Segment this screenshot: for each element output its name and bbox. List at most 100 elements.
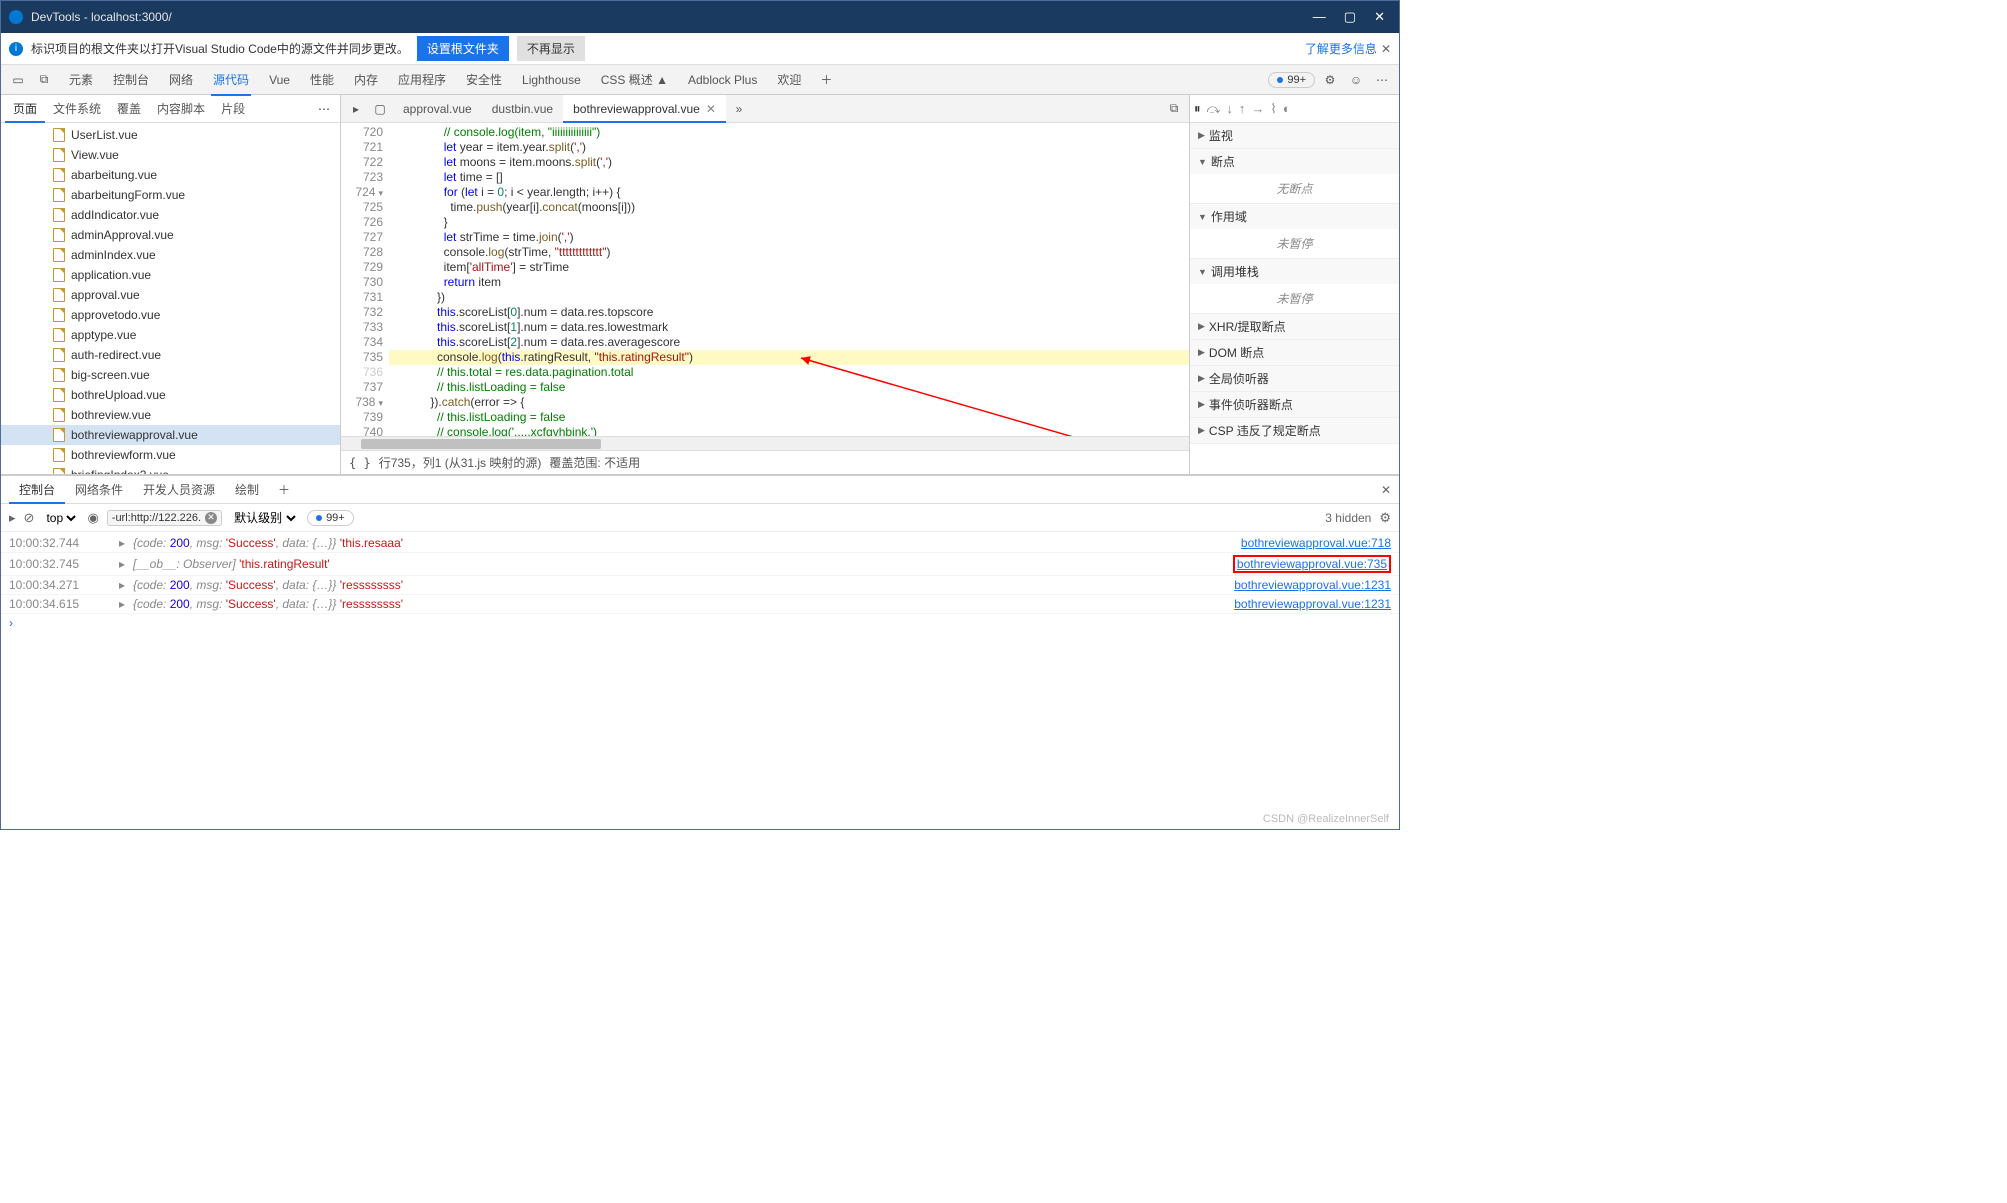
debugger-section[interactable]: ▶DOM 断点 (1190, 340, 1399, 366)
file-item[interactable]: abarbeitung.vue (1, 165, 340, 185)
close-icon[interactable]: ✕ (1381, 42, 1391, 56)
editor-tab-0[interactable]: approval.vue (393, 95, 482, 123)
clear-filter-icon[interactable]: ✕ (205, 512, 217, 524)
file-item[interactable]: View.vue (1, 145, 340, 165)
drawer-tab-1[interactable]: 网络条件 (65, 476, 133, 504)
step-icon[interactable]: → (1251, 101, 1264, 116)
file-item[interactable]: auth-redirect.vue (1, 345, 340, 365)
step-out-icon[interactable]: ↑ (1239, 101, 1246, 116)
console-sidebar-icon[interactable]: ▸ (9, 510, 16, 526)
source-link[interactable]: bothreviewapproval.vue:718 (1241, 536, 1391, 550)
source-link[interactable]: bothreviewapproval.vue:1231 (1234, 597, 1391, 611)
editor-tab-1[interactable]: dustbin.vue (482, 95, 563, 123)
debugger-section[interactable]: ▼调用堆栈未暂停 (1190, 259, 1399, 314)
code-editor[interactable]: 7207217227237247257267277287297307317327… (341, 123, 1189, 436)
file-item[interactable]: UserList.vue (1, 125, 340, 145)
drawer-tab-2[interactable]: 开发人员资源 (133, 476, 225, 504)
main-tab-12[interactable]: 欢迎 (767, 65, 811, 95)
drawer-add-tab-button[interactable]: ＋ (273, 479, 295, 501)
minimize-button[interactable]: ― (1313, 9, 1326, 25)
deactivate-breakpoints-icon[interactable]: ⌇ (1270, 101, 1276, 117)
device-toggle-icon[interactable]: ⧉ (33, 69, 55, 91)
drawer-tab-0[interactable]: 控制台 (9, 476, 65, 504)
main-tab-11[interactable]: Adblock Plus (678, 65, 767, 95)
console-issues-badge[interactable]: 99+ (307, 510, 354, 526)
file-item[interactable]: adminApproval.vue (1, 225, 340, 245)
file-item[interactable]: bothreviewform.vue (1, 445, 340, 465)
drawer-tab-3[interactable]: 绘制 (225, 476, 269, 504)
navigator-tab-1[interactable]: 文件系统 (45, 95, 109, 123)
main-tab-8[interactable]: 安全性 (456, 65, 512, 95)
step-into-icon[interactable]: ↓ (1226, 101, 1233, 116)
main-tab-5[interactable]: 性能 (300, 65, 344, 95)
execution-context-select[interactable]: top (42, 510, 79, 526)
more-icon[interactable]: ⋯ (1371, 69, 1393, 91)
close-tab-icon[interactable]: ✕ (706, 102, 716, 116)
navigator-tab-4[interactable]: 片段 (213, 95, 253, 123)
file-item[interactable]: application.vue (1, 265, 340, 285)
main-tab-3[interactable]: 源代码 (203, 65, 259, 95)
pause-icon[interactable]: ⏸ (1194, 101, 1201, 117)
file-item[interactable]: briefingIndex2.vue (1, 465, 340, 474)
overflow-icon[interactable]: » (728, 98, 750, 120)
main-tab-9[interactable]: Lighthouse (512, 65, 591, 95)
file-item[interactable]: apptype.vue (1, 325, 340, 345)
main-tab-1[interactable]: 控制台 (103, 65, 159, 95)
settings-icon[interactable]: ⚙ (1319, 69, 1341, 91)
console-prompt[interactable]: › (1, 614, 1399, 632)
horizontal-scrollbar[interactable] (341, 436, 1189, 450)
debugger-section[interactable]: ▶全局侦听器 (1190, 366, 1399, 392)
debugger-section[interactable]: ▶CSP 违反了规定断点 (1190, 418, 1399, 444)
nav-back-icon[interactable]: ▸ (345, 98, 367, 120)
debugger-section[interactable]: ▼作用域未暂停 (1190, 204, 1399, 259)
console-log-row[interactable]: 10:00:34.271▸{code: 200, msg: 'Success',… (1, 576, 1399, 595)
navigator-tab-0[interactable]: 页面 (5, 95, 45, 123)
add-tab-button[interactable]: ＋ (815, 69, 837, 91)
console-log-row[interactable]: 10:00:32.744▸{code: 200, msg: 'Success',… (1, 534, 1399, 553)
file-item[interactable]: bothreUpload.vue (1, 385, 340, 405)
main-tab-2[interactable]: 网络 (159, 65, 203, 95)
navigator-tab-3[interactable]: 内容脚本 (149, 95, 213, 123)
file-item[interactable]: bothreviewapproval.vue (1, 425, 340, 445)
issues-badge[interactable]: 99+ (1268, 72, 1315, 88)
debugger-section[interactable]: ▶监视 (1190, 123, 1399, 149)
toggle-navigator-icon[interactable]: ⧉ (1163, 98, 1185, 120)
console-settings-icon[interactable]: ⚙ (1379, 510, 1391, 526)
debugger-section[interactable]: ▶事件侦听器断点 (1190, 392, 1399, 418)
file-item[interactable]: bothreview.vue (1, 405, 340, 425)
pretty-print-icon[interactable]: { } (349, 456, 371, 470)
main-tab-0[interactable]: 元素 (59, 65, 103, 95)
set-root-folder-button[interactable]: 设置根文件夹 (417, 36, 509, 61)
pause-exceptions-icon[interactable]: ◐ (1283, 101, 1291, 116)
feedback-icon[interactable]: ☺ (1345, 69, 1367, 91)
navigator-more-icon[interactable]: ⋯ (312, 102, 336, 116)
console-output[interactable]: 10:00:32.744▸{code: 200, msg: 'Success',… (1, 532, 1399, 661)
navigator-tab-2[interactable]: 覆盖 (109, 95, 149, 123)
learn-more-link[interactable]: 了解更多信息✕ (1305, 40, 1391, 57)
file-item[interactable]: addIndicator.vue (1, 205, 340, 225)
step-over-icon[interactable]: ⤼ (1207, 101, 1221, 117)
source-link[interactable]: bothreviewapproval.vue:735 (1233, 555, 1391, 573)
main-tab-6[interactable]: 内存 (344, 65, 388, 95)
log-level-select[interactable]: 默认级别 (230, 510, 299, 526)
file-tree[interactable]: UserList.vueView.vueabarbeitung.vueabarb… (1, 123, 340, 474)
dismiss-button[interactable]: 不再显示 (517, 36, 585, 61)
file-item[interactable]: adminIndex.vue (1, 245, 340, 265)
maximize-button[interactable]: ▢ (1344, 9, 1356, 25)
nav-history-icon[interactable]: ▢ (369, 98, 391, 120)
clear-console-icon[interactable]: ⊘ (24, 510, 35, 526)
drawer-close-button[interactable]: ✕ (1381, 483, 1391, 497)
file-item[interactable]: abarbeitungForm.vue (1, 185, 340, 205)
console-log-row[interactable]: 10:00:32.745▸[__ob__: Observer] 'this.ra… (1, 553, 1399, 576)
file-item[interactable]: approvetodo.vue (1, 305, 340, 325)
source-link[interactable]: bothreviewapproval.vue:1231 (1234, 578, 1391, 592)
debugger-section[interactable]: ▶XHR/提取断点 (1190, 314, 1399, 340)
close-button[interactable]: ✕ (1374, 9, 1385, 25)
main-tab-7[interactable]: 应用程序 (388, 65, 456, 95)
editor-tab-2[interactable]: bothreviewapproval.vue✕ (563, 95, 726, 123)
file-item[interactable]: big-screen.vue (1, 365, 340, 385)
live-expression-icon[interactable]: ◉ (87, 510, 98, 526)
debugger-section[interactable]: ▼断点无断点 (1190, 149, 1399, 204)
main-tab-10[interactable]: CSS 概述 ▲ (591, 65, 678, 95)
console-filter-input[interactable]: -url:http://122.226.✕ (107, 510, 222, 526)
